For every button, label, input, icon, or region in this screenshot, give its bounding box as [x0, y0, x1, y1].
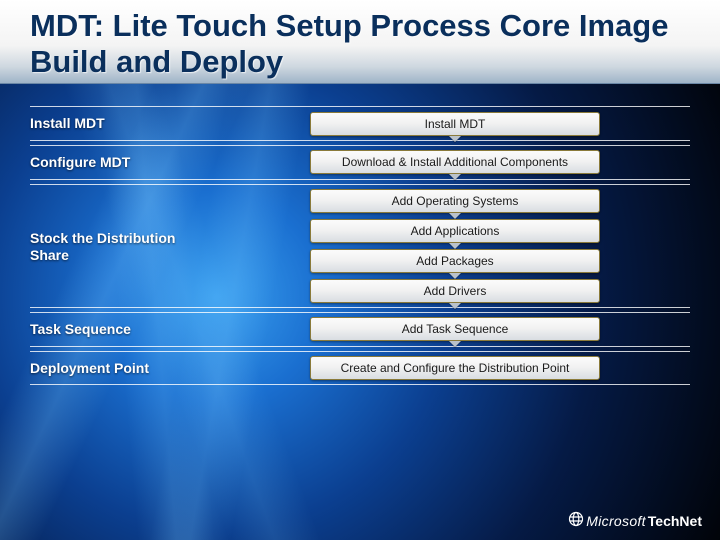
row-configure: Configure MDT Download & Install Additio…: [30, 145, 690, 180]
footer-brand-left: Microsoft: [586, 513, 646, 529]
step-add-packages: Add Packages: [310, 249, 600, 273]
step-add-os: Add Operating Systems: [310, 189, 600, 213]
step-create-distribution-point: Create and Configure the Distribution Po…: [310, 356, 600, 380]
row-label-task: Task Sequence: [30, 313, 220, 346]
slide-title: MDT: Lite Touch Setup Process Core Image…: [30, 8, 690, 79]
step-add-task-sequence: Add Task Sequence: [310, 317, 600, 341]
row-deployment-point: Deployment Point Create and Configure th…: [30, 351, 690, 386]
row-steps-configure: Download & Install Additional Components: [220, 146, 690, 178]
globe-icon: [568, 511, 584, 530]
row-task-sequence: Task Sequence Add Task Sequence: [30, 312, 690, 347]
row-steps-deploy: Create and Configure the Distribution Po…: [220, 352, 690, 384]
step-add-apps: Add Applications: [310, 219, 600, 243]
row-label-install: Install MDT: [30, 107, 220, 140]
step-add-drivers: Add Drivers: [310, 279, 600, 303]
row-install: Install MDT Install MDT: [30, 106, 690, 141]
step-install-mdt: Install MDT: [310, 112, 600, 136]
row-steps-install: Install MDT: [220, 108, 690, 140]
title-area: MDT: Lite Touch Setup Process Core Image…: [0, 0, 720, 84]
footer-brand: Microsoft TechNet: [568, 511, 702, 530]
content-area: Install MDT Install MDT Configure MDT Do…: [0, 84, 720, 385]
row-label-stock: Stock the Distribution Share: [30, 185, 220, 307]
footer-brand-right: TechNet: [648, 513, 702, 529]
row-stock: Stock the Distribution Share Add Operati…: [30, 184, 690, 308]
step-download-components: Download & Install Additional Components: [310, 150, 600, 174]
row-steps-stock: Add Operating Systems Add Applications A…: [220, 185, 690, 307]
row-label-configure: Configure MDT: [30, 146, 220, 179]
row-steps-task: Add Task Sequence: [220, 313, 690, 345]
slide: MDT: Lite Touch Setup Process Core Image…: [0, 0, 720, 540]
row-label-deploy: Deployment Point: [30, 352, 220, 385]
